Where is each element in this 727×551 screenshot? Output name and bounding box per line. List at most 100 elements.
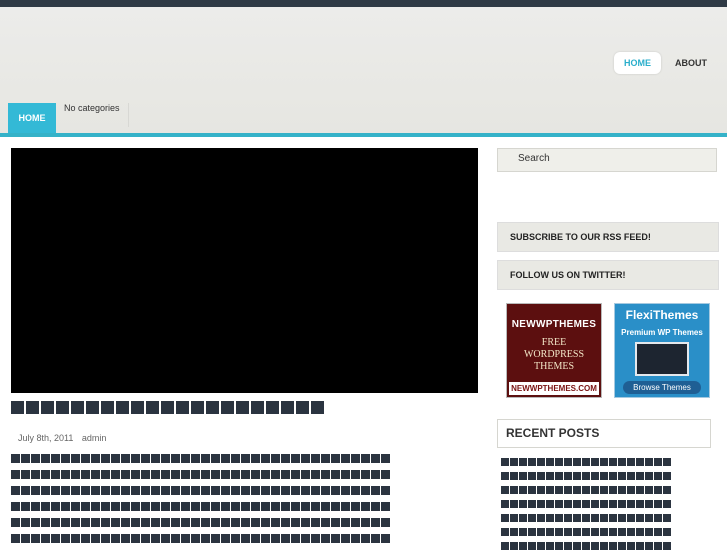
glyph-block: [510, 528, 518, 536]
glyph-block: [31, 486, 40, 495]
glyph-block: [645, 458, 653, 466]
glyph-block: [191, 454, 200, 463]
glyph-block: [537, 486, 545, 494]
glyph-block: [231, 502, 240, 511]
glyph-block: [528, 486, 536, 494]
glyph-block: [564, 458, 572, 466]
glyph-block: [618, 500, 626, 508]
glyph-block: [121, 454, 130, 463]
glyph-block: [600, 472, 608, 480]
glyph-block: [291, 470, 300, 479]
nav-home[interactable]: HOME: [614, 52, 661, 74]
glyph-block: [555, 500, 563, 508]
glyph-block: [81, 518, 90, 527]
glyph-block: [251, 401, 264, 414]
recent-posts-title: RECENT POSTS: [497, 419, 711, 448]
glyph-block: [654, 514, 662, 522]
glyph-block: [591, 472, 599, 480]
glyph-block: [663, 458, 671, 466]
post-author[interactable]: admin: [82, 433, 107, 443]
glyph-block: [81, 502, 90, 511]
glyph-block: [171, 518, 180, 527]
glyph-block: [111, 454, 120, 463]
glyph-block: [627, 472, 635, 480]
glyph-block: [51, 502, 60, 511]
glyph-block: [627, 500, 635, 508]
glyph-block: [11, 486, 20, 495]
glyph-block: [291, 534, 300, 543]
glyph-block: [201, 454, 210, 463]
glyph-block: [176, 401, 189, 414]
glyph-block: [501, 486, 509, 494]
glyph-block: [141, 534, 150, 543]
glyph-block: [555, 486, 563, 494]
glyph-block: [537, 542, 545, 550]
top-nav: HOME ABOUT: [614, 52, 717, 74]
post-title[interactable]: [11, 401, 331, 417]
glyph-block: [636, 542, 644, 550]
glyph-block: [21, 486, 30, 495]
featured-image[interactable]: [11, 148, 478, 393]
glyph-block: [201, 534, 210, 543]
search-input[interactable]: Search: [497, 148, 717, 172]
glyph-block: [573, 472, 581, 480]
rss-button[interactable]: SUBSCRIBE TO OUR RSS FEED!: [497, 222, 719, 252]
glyph-block: [141, 470, 150, 479]
glyph-block: [331, 470, 340, 479]
placeholder-row: [501, 523, 701, 537]
glyph-block: [151, 454, 160, 463]
glyph-block: [221, 470, 230, 479]
glyph-block: [71, 534, 80, 543]
glyph-block: [537, 500, 545, 508]
glyph-block: [591, 458, 599, 466]
newwpthemes-ad[interactable]: NEWWPTHEMES FREE WORDPRESS THEMES NEWWPT…: [506, 303, 602, 398]
glyph-block: [573, 528, 581, 536]
glyph-block: [291, 486, 300, 495]
glyph-block: [241, 518, 250, 527]
glyph-block: [537, 472, 545, 480]
catnav-home[interactable]: HOME: [8, 103, 56, 134]
glyph-block: [281, 470, 290, 479]
glyph-block: [510, 486, 518, 494]
glyph-block: [582, 542, 590, 550]
glyph-block: [301, 518, 310, 527]
glyph-block: [116, 401, 129, 414]
glyph-block: [271, 486, 280, 495]
twitter-button[interactable]: FOLLOW US ON TWITTER!: [497, 260, 719, 290]
glyph-block: [636, 528, 644, 536]
ad2-screenshot: [635, 342, 689, 376]
glyph-block: [371, 518, 380, 527]
glyph-block: [573, 542, 581, 550]
glyph-block: [181, 518, 190, 527]
ad2-browse-button[interactable]: Browse Themes: [623, 381, 701, 394]
glyph-block: [609, 542, 617, 550]
glyph-block: [537, 528, 545, 536]
glyph-block: [555, 528, 563, 536]
glyph-block: [56, 401, 69, 414]
glyph-block: [371, 534, 380, 543]
glyph-block: [321, 502, 330, 511]
glyph-block: [191, 470, 200, 479]
ad1-line1: FREE: [541, 337, 567, 348]
glyph-block: [663, 486, 671, 494]
glyph-block: [510, 472, 518, 480]
flexithemes-ad[interactable]: FlexiThemes Premium WP Themes Browse The…: [614, 303, 710, 398]
nav-about[interactable]: ABOUT: [665, 52, 717, 74]
glyph-block: [221, 518, 230, 527]
glyph-block: [341, 454, 350, 463]
glyph-block: [131, 518, 140, 527]
glyph-block: [600, 514, 608, 522]
no-categories-label: No categories: [64, 103, 120, 113]
glyph-block: [351, 518, 360, 527]
glyph-block: [161, 486, 170, 495]
glyph-block: [645, 542, 653, 550]
glyph-block: [291, 518, 300, 527]
placeholder-row: [501, 495, 701, 509]
glyph-block: [251, 470, 260, 479]
glyph-block: [627, 542, 635, 550]
glyph-block: [519, 514, 527, 522]
glyph-block: [261, 534, 270, 543]
glyph-block: [510, 500, 518, 508]
glyph-block: [81, 534, 90, 543]
glyph-block: [645, 528, 653, 536]
